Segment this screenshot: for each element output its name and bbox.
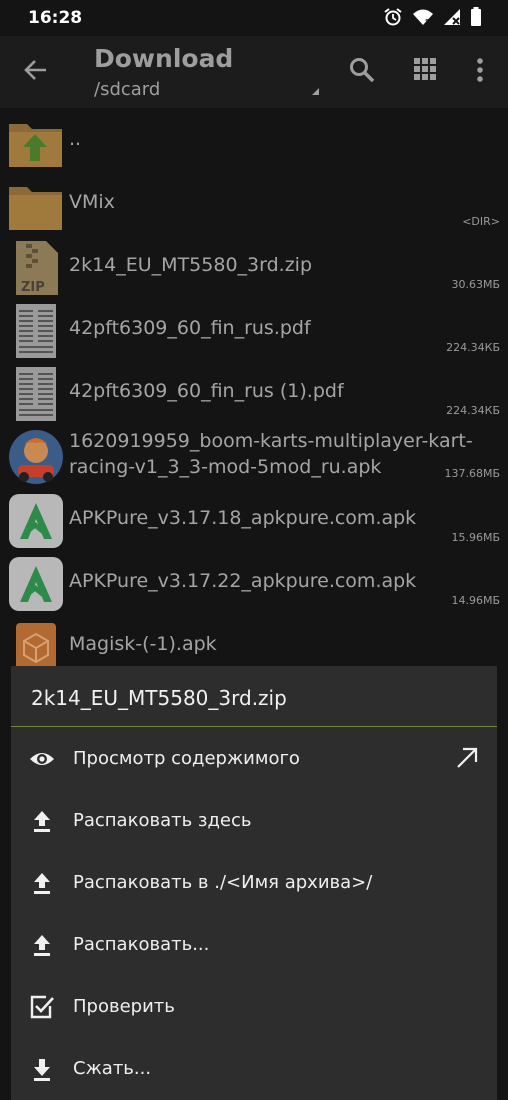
list-item[interactable]: ZIP 2k14_EU_MT5580_3rd.zip 30.63МБ (0, 234, 508, 297)
menu-item-label: Распаковать здесь (73, 810, 252, 831)
list-item[interactable]: APKPure_v3.17.22_apkpure.com.apk 14.96МБ (0, 550, 508, 613)
battery-icon (471, 7, 481, 26)
menu-item-label: Просмотр содержимого (73, 748, 300, 769)
menu-item-compress[interactable]: Сжать... (11, 1038, 497, 1100)
file-size: 15.96МБ (451, 531, 500, 544)
sheet-title: 2k14_EU_MT5580_3rd.zip (31, 686, 287, 710)
upload-icon (34, 811, 50, 832)
menu-item-label: Проверить (73, 996, 175, 1017)
status-bar: 16:28 5 (0, 0, 508, 36)
menu-item-extract[interactable]: Распаковать... (11, 914, 497, 976)
more-options-icon[interactable] (470, 56, 490, 84)
list-item[interactable]: 1620919959_boom-karts-multiplayer-kart-r… (0, 423, 508, 487)
file-list: .. VMix <DIR> ZIP 2k14_EU_MT5580_3rd.zip… (0, 108, 508, 676)
file-size: 30.63МБ (451, 278, 500, 291)
file-name: VMix (69, 191, 115, 213)
alarm-icon (384, 8, 402, 26)
list-item[interactable]: 42pft6309_60_fin_rus.pdf 224.34КБ (0, 297, 508, 360)
folder-up-icon (9, 124, 62, 167)
divider (11, 726, 497, 727)
folder-path[interactable]: /sdcard (94, 79, 160, 100)
file-size: 224.34КБ (446, 341, 500, 354)
pdf-icon (16, 367, 56, 421)
list-item[interactable]: 42pft6309_60_fin_rus (1).pdf 224.34КБ (0, 360, 508, 423)
context-menu-sheet: 2k14_EU_MT5580_3rd.zip Просмотр содержим… (11, 666, 497, 1100)
apkpure-icon (9, 557, 63, 611)
folder-title: Download (94, 44, 234, 73)
file-size: 224.34КБ (446, 404, 500, 417)
path-dropdown-icon[interactable] (312, 88, 319, 95)
back-arrow-icon[interactable] (22, 56, 50, 84)
eye-icon (30, 753, 54, 765)
file-size: 14.96МБ (451, 594, 500, 607)
status-icons: 5 (383, 7, 482, 27)
file-name: 1620919959_boom-karts-multiplayer-kart-r… (69, 430, 473, 478)
upload-icon (34, 873, 50, 894)
file-name: 42pft6309_60_fin_rus.pdf (69, 317, 311, 339)
zip-icon: ZIP (16, 241, 58, 295)
pdf-icon (16, 304, 56, 358)
menu-item-label: Распаковать в ./<Имя архива>/ (73, 872, 373, 893)
list-item[interactable]: VMix <DIR> (0, 171, 508, 234)
download-icon (34, 1059, 50, 1081)
svg-text:5: 5 (425, 18, 429, 26)
file-name: APKPure_v3.17.22_apkpure.com.apk (69, 570, 417, 592)
folder-icon (9, 187, 62, 230)
search-icon[interactable] (348, 56, 376, 84)
apkpure-icon (9, 494, 63, 548)
menu-item-extract-to-folder[interactable]: Распаковать в ./<Имя архива>/ (11, 852, 497, 914)
upload-icon (34, 935, 50, 956)
status-time: 16:28 (28, 8, 83, 28)
file-name: APKPure_v3.17.18_apkpure.com.apk (69, 507, 417, 529)
game-apk-icon (9, 430, 63, 484)
checkbox-icon (30, 995, 54, 1019)
file-size: <DIR> (462, 215, 500, 228)
signal-icon (444, 9, 460, 25)
file-size: 137.68МБ (444, 467, 500, 480)
menu-item-label: Сжать... (73, 1058, 152, 1079)
svg-text:ZIP: ZIP (21, 280, 45, 295)
file-name: .. (69, 128, 82, 150)
file-name: 2k14_EU_MT5580_3rd.zip (69, 254, 313, 276)
file-name: Magisk-(-1).apk (69, 633, 217, 655)
grid-view-icon[interactable] (412, 56, 438, 82)
menu-item-view-contents[interactable]: Просмотр содержимого (11, 728, 497, 790)
menu-item-test[interactable]: Проверить (11, 976, 497, 1038)
list-item[interactable]: APKPure_v3.17.18_apkpure.com.apk 15.96МБ (0, 487, 508, 550)
menu-item-extract-here[interactable]: Распаковать здесь (11, 790, 497, 852)
arrow-up-right-icon[interactable] (455, 746, 479, 770)
file-name: 42pft6309_60_fin_rus (1).pdf (69, 380, 344, 402)
menu-item-label: Распаковать... (73, 934, 210, 955)
wifi-icon: 5 (413, 9, 433, 26)
list-item[interactable]: .. (0, 108, 508, 171)
app-bar: Download /sdcard (0, 36, 508, 108)
